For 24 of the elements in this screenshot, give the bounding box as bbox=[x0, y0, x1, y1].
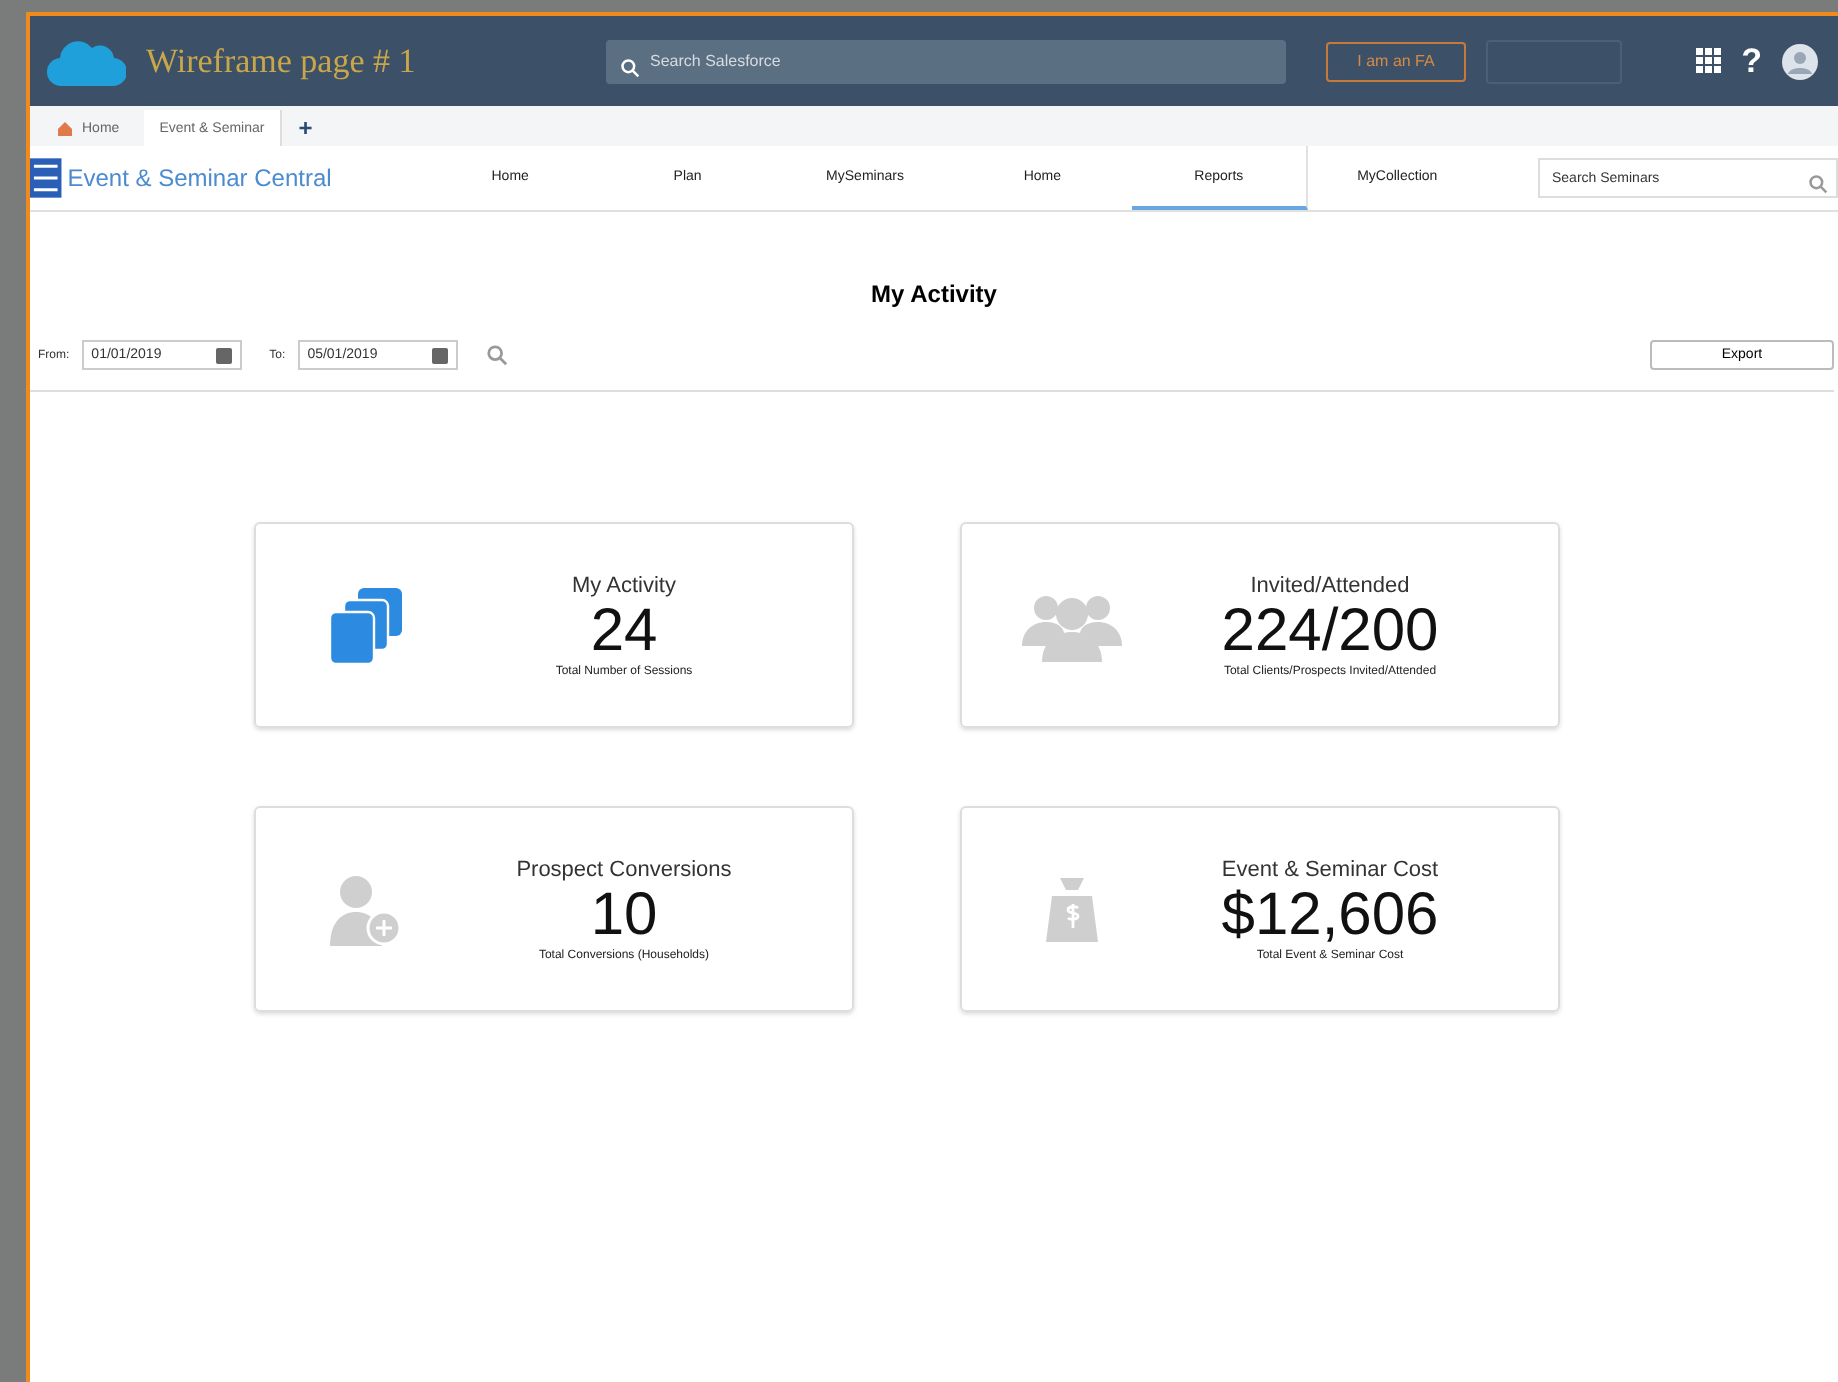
avatar-icon[interactable] bbox=[1782, 43, 1818, 79]
card-value: 10 bbox=[590, 881, 658, 949]
section-title: My Activity bbox=[871, 280, 997, 308]
card-value: 24 bbox=[590, 597, 658, 665]
card-value: 224/200 bbox=[1221, 597, 1439, 665]
home-icon bbox=[58, 121, 72, 135]
person-plus-icon bbox=[330, 873, 402, 945]
card-title: Prospect Conversions bbox=[516, 857, 732, 881]
search-icon bbox=[1807, 174, 1828, 194]
help-icon[interactable]: ? bbox=[1741, 41, 1762, 81]
calendar-icon[interactable] bbox=[215, 347, 232, 363]
add-tab-button[interactable]: + bbox=[290, 110, 321, 146]
card-title: Invited/Attended bbox=[1250, 573, 1410, 597]
app-grid-icon[interactable] bbox=[1695, 48, 1722, 74]
stacked-squares-icon bbox=[330, 587, 402, 663]
search-field[interactable]: Search Salesforce bbox=[606, 39, 1286, 83]
card-title: Event & Seminar Cost bbox=[1221, 857, 1439, 881]
money-bag-icon bbox=[1046, 877, 1098, 941]
page-title: Wireframe page # 1 bbox=[146, 41, 418, 81]
search-icon bbox=[485, 344, 508, 366]
card-value: $12,606 bbox=[1221, 881, 1439, 949]
card-title: My Activity bbox=[572, 573, 676, 597]
calendar-icon[interactable] bbox=[431, 347, 448, 363]
app-name: Event & Seminar Central bbox=[67, 164, 334, 192]
